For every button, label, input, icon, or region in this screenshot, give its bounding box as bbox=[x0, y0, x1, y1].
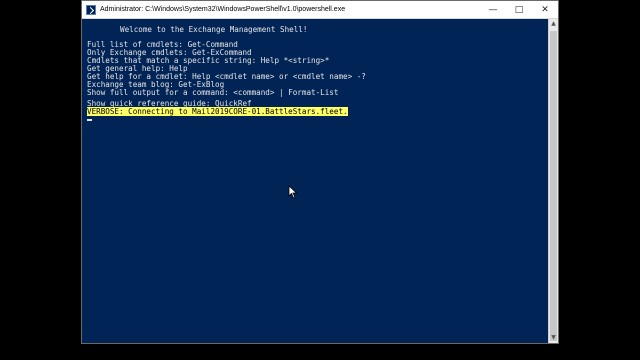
verbose-line-wrap: VERBOSE: Connecting to Mail2019CORE-01.B… bbox=[87, 107, 348, 116]
title-bar[interactable]: Administrator: C:\Windows\System32\Windo… bbox=[82, 1, 558, 19]
mouse-pointer-icon bbox=[288, 185, 298, 199]
powershell-icon bbox=[86, 4, 96, 15]
vertical-scrollbar[interactable]: ▲ ▼ bbox=[548, 19, 558, 343]
window-title: Administrator: C:\Windows\System32\Windo… bbox=[100, 6, 346, 13]
scroll-up-icon[interactable]: ▲ bbox=[549, 19, 558, 29]
window-controls: — □ ✕ bbox=[480, 1, 558, 18]
verbose-message: VERBOSE: Connecting to Mail2019CORE-01.B… bbox=[87, 107, 348, 116]
close-button[interactable]: ✕ bbox=[532, 1, 558, 18]
maximize-button[interactable]: □ bbox=[506, 1, 532, 18]
console-line: Show full output for a command: <command… bbox=[87, 88, 339, 97]
powershell-window: Administrator: C:\Windows\System32\Windo… bbox=[81, 0, 559, 344]
console-area[interactable]: Welcome to the Exchange Management Shell… bbox=[82, 19, 549, 343]
welcome-line: Welcome to the Exchange Management Shell… bbox=[120, 25, 308, 34]
scroll-down-icon[interactable]: ▼ bbox=[549, 333, 558, 343]
minimize-button[interactable]: — bbox=[480, 1, 506, 18]
text-caret bbox=[87, 119, 92, 121]
scrollbar-thumb[interactable] bbox=[550, 31, 557, 341]
